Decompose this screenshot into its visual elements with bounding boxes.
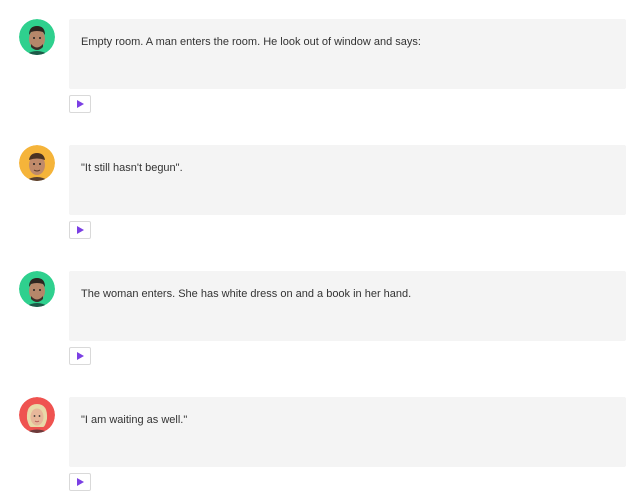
play-icon bbox=[77, 352, 84, 360]
script-entry: "I am waiting as well." bbox=[0, 397, 635, 504]
play-button[interactable] bbox=[69, 473, 91, 491]
dialogue-text: The woman enters. She has white dress on… bbox=[81, 288, 412, 300]
dialogue-text: Empty room. A man enters the room. He lo… bbox=[81, 36, 421, 48]
man-avatar-icon bbox=[19, 19, 55, 55]
dialogue-text: "I am waiting as well." bbox=[81, 414, 188, 426]
man-avatar-icon bbox=[19, 271, 55, 307]
play-button[interactable] bbox=[69, 95, 91, 113]
play-icon bbox=[77, 226, 84, 234]
play-icon bbox=[77, 478, 84, 486]
play-icon bbox=[77, 100, 84, 108]
script-entry: "It still hasn't begun". bbox=[0, 145, 635, 271]
script-entry: The woman enters. She has white dress on… bbox=[0, 271, 635, 397]
dialogue-bubble: Empty room. A man enters the room. He lo… bbox=[69, 19, 626, 89]
dialogue-bubble: "It still hasn't begun". bbox=[69, 145, 626, 215]
dialogue-bubble: The woman enters. She has white dress on… bbox=[69, 271, 626, 341]
dialogue-text: "It still hasn't begun". bbox=[81, 162, 183, 174]
play-button[interactable] bbox=[69, 221, 91, 239]
dialogue-bubble: "I am waiting as well." bbox=[69, 397, 626, 467]
play-button[interactable] bbox=[69, 347, 91, 365]
man-avatar-icon bbox=[19, 145, 55, 181]
woman-avatar-icon bbox=[19, 397, 55, 433]
script-entry: Empty room. A man enters the room. He lo… bbox=[0, 19, 635, 145]
